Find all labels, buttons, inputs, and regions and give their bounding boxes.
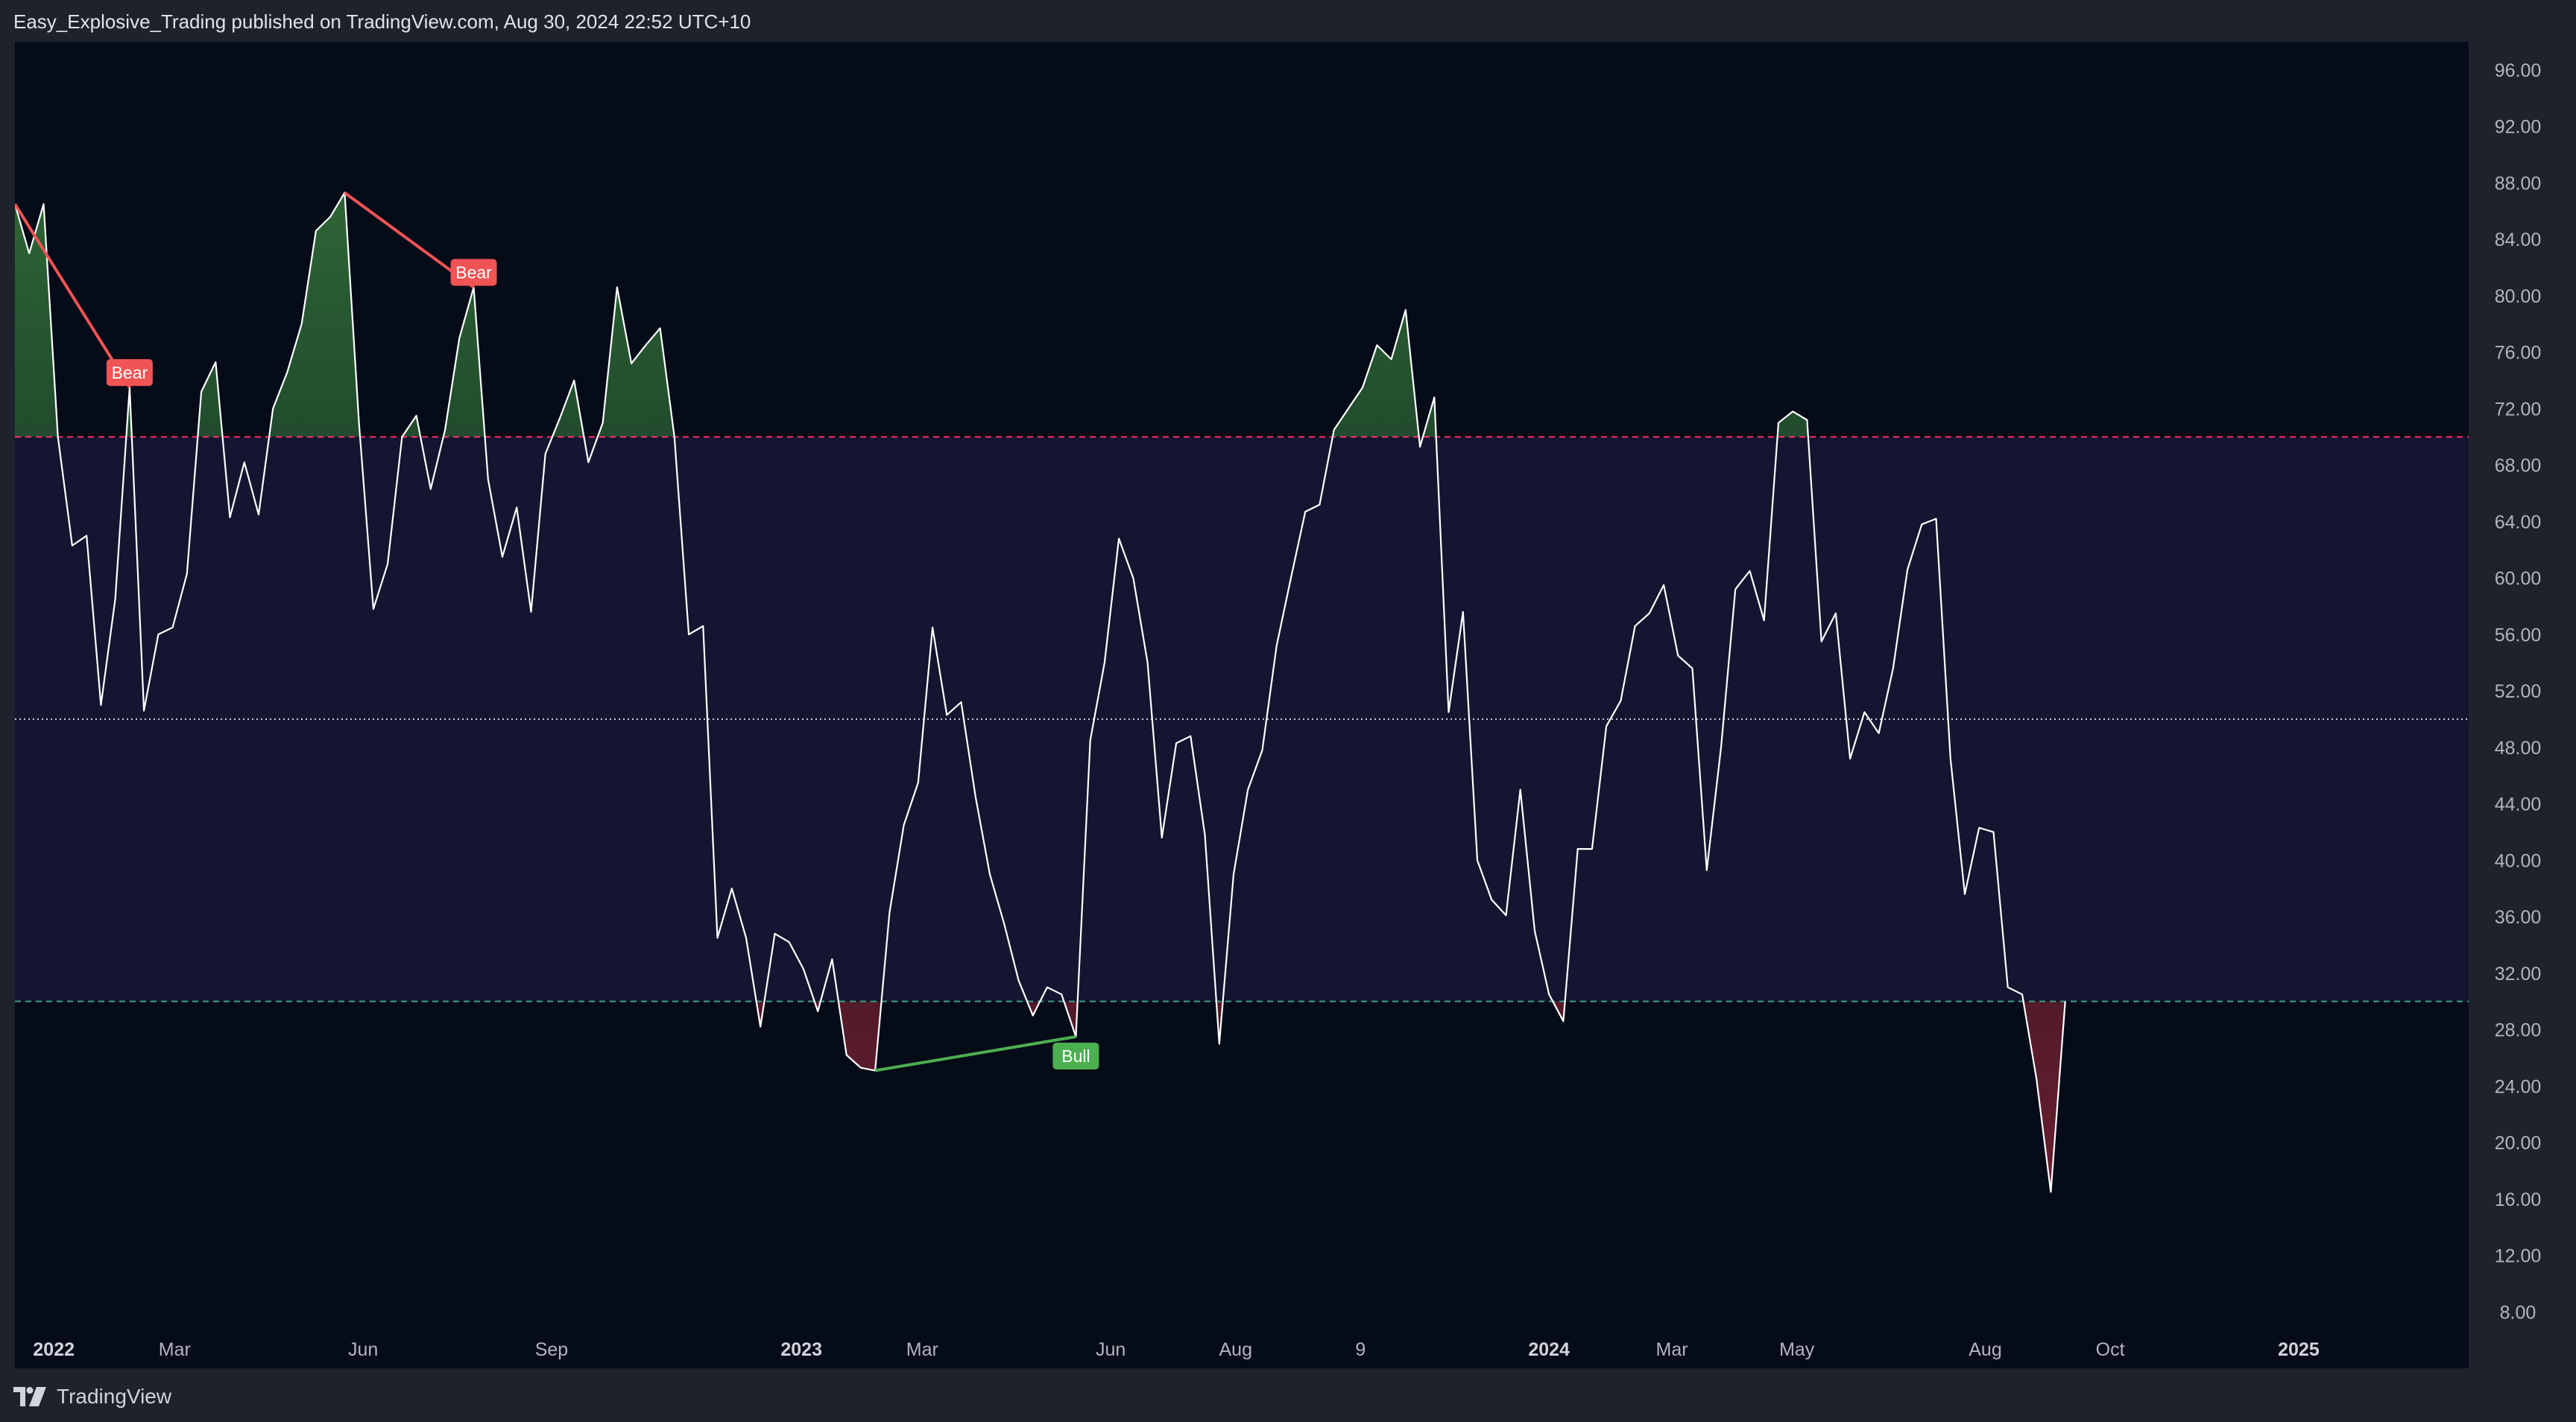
bear-label-text: Bear xyxy=(455,262,492,282)
bear-divergence-label: Bear xyxy=(106,358,153,386)
bear-label-text: Bear xyxy=(112,363,148,382)
y-tick-label: 20.00 xyxy=(2495,1133,2542,1154)
bear-divergence-label: Bear xyxy=(450,259,497,286)
x-tick-label: 2023 xyxy=(780,1339,822,1360)
y-tick-label: 64.00 xyxy=(2495,512,2542,533)
y-tick-label: 16.00 xyxy=(2495,1189,2542,1210)
y-tick-label: 44.00 xyxy=(2495,794,2542,815)
x-tick-label: Mar xyxy=(906,1339,938,1360)
x-tick-label: Oct xyxy=(2096,1339,2125,1360)
x-tick-label: Sep xyxy=(535,1339,568,1360)
x-tick-label: Aug xyxy=(1969,1339,2001,1360)
y-tick-label: 72.00 xyxy=(2495,399,2542,420)
y-tick-label: 52.00 xyxy=(2495,681,2542,702)
y-tick-label: 48.00 xyxy=(2495,738,2542,759)
bull-label-text: Bull xyxy=(1061,1046,1090,1066)
x-tick-label: Jun xyxy=(1096,1339,1126,1360)
y-tick-label: 32.00 xyxy=(2495,964,2542,985)
x-tick-label: Mar xyxy=(1656,1339,1688,1360)
y-tick-label: 88.00 xyxy=(2495,173,2542,194)
publish-info: Easy_Explosive_Trading published on Trad… xyxy=(13,10,751,33)
x-tick-label: May xyxy=(1779,1339,1815,1360)
x-tick-label: Jun xyxy=(348,1339,378,1360)
y-tick-label: 24.00 xyxy=(2495,1076,2542,1097)
header-bar: Easy_Explosive_Trading published on Trad… xyxy=(0,0,2576,42)
y-tick-label: 56.00 xyxy=(2495,625,2542,645)
y-tick-label: 40.00 xyxy=(2495,850,2542,871)
bull-divergence-label: Bull xyxy=(1052,1043,1099,1069)
tradingview-brand[interactable]: TradingView xyxy=(13,1382,171,1411)
y-tick-label: 80.00 xyxy=(2495,286,2542,307)
tradingview-logo-icon xyxy=(13,1387,46,1406)
brand-name: TradingView xyxy=(57,1385,172,1408)
x-tick-label: 2025 xyxy=(2278,1339,2320,1360)
y-tick-label: 76.00 xyxy=(2495,343,2542,364)
rsi-chart[interactable]: Bear Bear Bull 96.00 92.00 88.00 84.00 80.00 76.… xyxy=(15,42,2561,1371)
footer-bar: TradingView xyxy=(0,1371,2576,1422)
y-tick-label: 36.00 xyxy=(2495,907,2542,928)
y-tick-label: 68.00 xyxy=(2495,455,2542,476)
y-tick-label: 60.00 xyxy=(2495,569,2542,590)
x-tick-label: Aug xyxy=(1219,1339,1252,1360)
y-tick-label: 84.00 xyxy=(2495,230,2542,250)
x-tick-label: 2024 xyxy=(1528,1339,1570,1360)
x-tick-label: 2022 xyxy=(33,1339,75,1360)
y-tick-label: 92.00 xyxy=(2495,117,2542,138)
y-tick-label: 8.00 xyxy=(2500,1302,2536,1323)
x-tick-label: Mar xyxy=(159,1339,191,1360)
y-tick-label: 28.00 xyxy=(2495,1020,2542,1041)
x-tick-label: 9 xyxy=(1355,1339,1366,1360)
y-tick-label: 12.00 xyxy=(2495,1246,2542,1267)
y-tick-label: 96.00 xyxy=(2495,60,2542,81)
